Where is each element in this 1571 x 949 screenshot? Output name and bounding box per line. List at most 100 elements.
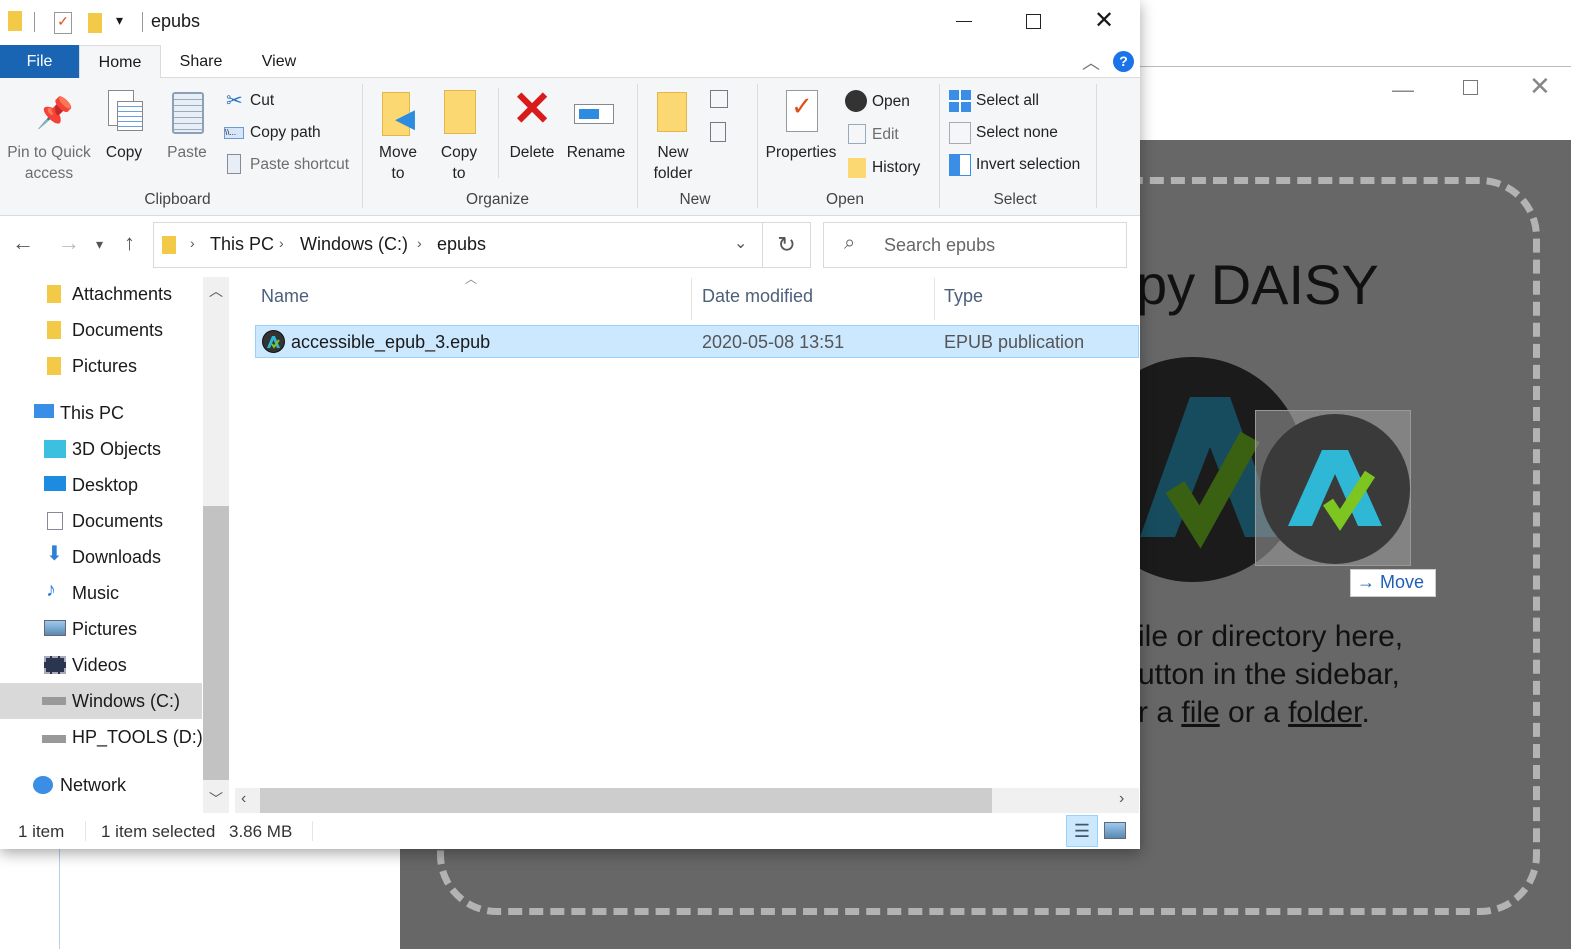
breadcrumb-epubs[interactable]: epubs: [437, 234, 486, 255]
chevron-right-icon[interactable]: ›: [190, 235, 195, 251]
tab-view[interactable]: View: [245, 45, 313, 78]
edit-button[interactable]: Edit: [872, 124, 899, 145]
instruction-line: ile or directory here,: [1138, 620, 1404, 653]
sidebar-item-network[interactable]: Network: [0, 767, 202, 803]
open-button[interactable]: Open: [872, 91, 910, 112]
move-to-button[interactable]: Move to: [372, 142, 424, 184]
select-all-icon: [949, 90, 971, 112]
minimize-button[interactable]: [956, 21, 972, 22]
sidebar-item-pictures-quick[interactable]: Pictures: [0, 348, 202, 384]
file-date-modified: 2020-05-08 13:51: [702, 332, 845, 352]
sidebar-item-pictures[interactable]: Pictures: [0, 611, 202, 647]
scrollbar-thumb[interactable]: [203, 506, 229, 780]
folder-link[interactable]: folder: [1288, 696, 1361, 729]
move-to-icon: ◀: [382, 92, 415, 136]
sidebar-item-this-pc[interactable]: This PC: [0, 395, 202, 431]
rename-icon: [574, 104, 614, 124]
maximize-button[interactable]: [1463, 80, 1478, 95]
breadcrumb-this-pc[interactable]: This PC: [210, 234, 274, 255]
invert-selection-button[interactable]: Invert selection: [976, 154, 1080, 175]
sidebar-item-music[interactable]: ♪ Music: [0, 575, 202, 611]
tab-share[interactable]: Share: [165, 45, 237, 78]
scroll-up-icon[interactable]: ︿: [209, 281, 223, 301]
file-explorer-window: ✓ ▾ epubs ✕ File Home Share View ︿ ? 📌 P…: [0, 0, 1140, 849]
recent-locations-button[interactable]: ▾: [96, 236, 103, 253]
tab-home[interactable]: Home: [79, 45, 161, 79]
app-title: py DAISY: [1136, 253, 1379, 316]
sidebar-item-hp-tools-d[interactable]: HP_TOOLS (D:): [0, 719, 203, 755]
paste-shortcut-button[interactable]: Paste shortcut: [250, 154, 349, 175]
pin-icon: 📌: [36, 97, 74, 130]
delete-button[interactable]: Delete: [506, 142, 558, 163]
new-folder-quick-icon[interactable]: [88, 13, 102, 33]
customize-toolbar-icon[interactable]: ▾: [116, 12, 123, 29]
scroll-right-icon[interactable]: ›: [1119, 790, 1124, 808]
scroll-left-icon[interactable]: ‹: [241, 790, 246, 808]
minimize-button[interactable]: —: [1392, 77, 1414, 103]
properties-button[interactable]: Properties: [762, 142, 840, 163]
search-placeholder: Search epubs: [884, 235, 996, 255]
divider: [312, 821, 313, 841]
group-label-select: Select: [993, 191, 1037, 208]
copy-to-button[interactable]: Copy to: [433, 142, 485, 184]
history-button[interactable]: History: [872, 157, 920, 178]
ace-logo-icon: [1260, 414, 1410, 564]
select-all-button[interactable]: Select all: [976, 90, 1039, 111]
sidebar-item-desktop[interactable]: Desktop: [0, 467, 202, 503]
refresh-button[interactable]: ↻: [763, 222, 811, 268]
scrollbar-thumb[interactable]: [260, 788, 992, 813]
column-header-type[interactable]: Type: [944, 286, 983, 307]
copy-path-button[interactable]: Copy path: [250, 122, 321, 143]
pin-to-quick-access-button[interactable]: Pin to Quick access: [4, 142, 94, 184]
sidebar-item-documents[interactable]: Documents: [0, 503, 202, 539]
sidebar-item-videos[interactable]: Videos: [0, 647, 202, 683]
column-header-name[interactable]: Name: [261, 286, 309, 307]
chevron-right-icon[interactable]: ›: [279, 235, 284, 251]
horizontal-scrollbar[interactable]: ‹ ›: [235, 788, 1139, 813]
instruction-line: utton in the sidebar,: [1138, 658, 1400, 691]
paste-button[interactable]: Paste: [163, 142, 211, 163]
scroll-down-icon[interactable]: ﹀: [209, 789, 223, 809]
address-bar[interactable]: › This PC › Windows (C:) › epubs ⌄: [153, 222, 763, 268]
search-input[interactable]: ⌕ Search epubs: [823, 222, 1127, 268]
folder-icon: [8, 11, 22, 31]
sidebar-item-downloads[interactable]: ⬇ Downloads: [0, 539, 202, 575]
close-button[interactable]: ✕: [1529, 71, 1551, 102]
cut-button[interactable]: Cut: [250, 90, 274, 111]
forward-button[interactable]: →: [58, 230, 80, 256]
group-label-new: New: [679, 191, 711, 208]
properties-quick-icon[interactable]: ✓: [54, 12, 72, 34]
chevron-down-icon[interactable]: ⌄: [734, 233, 747, 253]
file-link[interactable]: file: [1181, 696, 1219, 729]
history-icon: [848, 158, 866, 178]
copy-button[interactable]: Copy: [100, 142, 148, 163]
network-icon: [33, 776, 53, 794]
up-button[interactable]: ↑: [124, 230, 135, 256]
sidebar-item-windows-c[interactable]: Windows (C:): [0, 683, 202, 719]
rename-button[interactable]: Rename: [566, 142, 626, 163]
file-row[interactable]: accessible_epub_3.epub 2020-05-08 13:51 …: [255, 325, 1139, 358]
instruction-line: r a file or a folder.: [1138, 696, 1370, 730]
maximize-button[interactable]: [1026, 14, 1041, 29]
back-button[interactable]: ←: [12, 230, 34, 256]
column-header-date-modified[interactable]: Date modified: [702, 286, 813, 307]
select-none-button[interactable]: Select none: [976, 122, 1058, 143]
sidebar-item-attachments[interactable]: Attachments: [0, 276, 202, 312]
breadcrumb-windows-c[interactable]: Windows (C:): [300, 234, 408, 255]
help-icon[interactable]: ?: [1113, 51, 1134, 72]
collapse-ribbon-icon[interactable]: ︿: [1082, 49, 1100, 75]
sidebar-item-documents-quick[interactable]: Documents: [0, 312, 202, 348]
chevron-right-icon[interactable]: ›: [417, 235, 422, 251]
large-icons-view-button[interactable]: [1104, 822, 1126, 839]
details-view-button[interactable]: ☰: [1066, 815, 1098, 847]
tab-file[interactable]: File: [0, 45, 79, 78]
sidebar-scrollbar[interactable]: ︿ ﹀: [203, 277, 229, 813]
easy-access-icon[interactable]: [710, 122, 726, 142]
properties-icon: ✓: [786, 90, 818, 132]
close-button[interactable]: ✕: [1094, 6, 1114, 35]
new-item-icon[interactable]: [710, 90, 728, 108]
text: .: [1361, 696, 1370, 729]
ribbon: 📌 Pin to Quick access Copy Paste ✂ Cut \…: [0, 78, 1140, 216]
sidebar-item-3d-objects[interactable]: 3D Objects: [0, 431, 202, 467]
new-folder-button[interactable]: New folder: [648, 142, 698, 184]
